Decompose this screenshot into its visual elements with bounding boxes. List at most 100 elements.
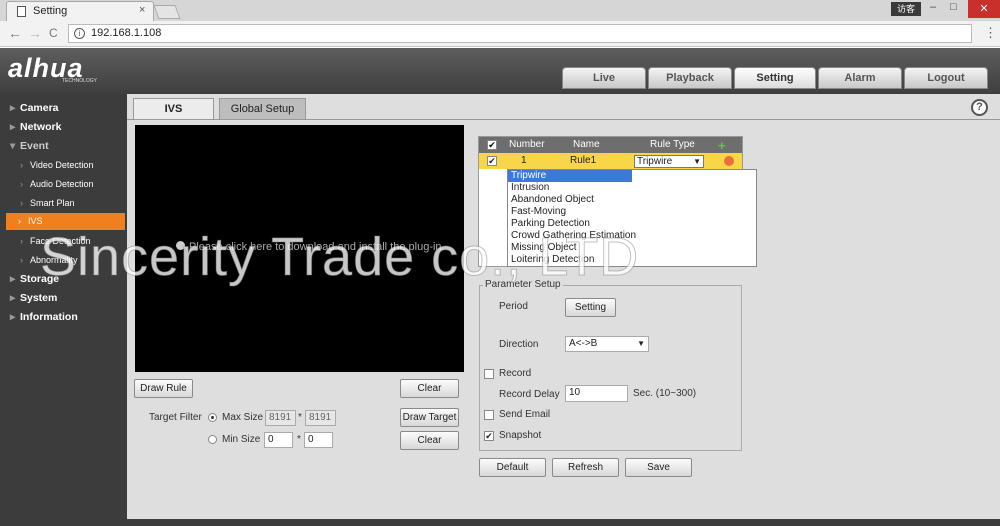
browser-tab-strip: Setting × 访客 – □ ✕ [0, 0, 1000, 21]
sidebar-item-label: Information [20, 311, 78, 323]
chevron-right-icon: ▸ [10, 292, 16, 304]
send-email-label: Send Email [499, 409, 551, 420]
sidebar-item-label: Video Detection [30, 160, 94, 170]
row-name[interactable]: Rule1 [570, 155, 596, 166]
direction-select[interactable]: A<->B ▼ [565, 336, 649, 352]
rule-type-select[interactable]: Tripwire ▼ [634, 155, 704, 168]
dropdown-option-missing-object[interactable]: Missing Object [508, 242, 632, 254]
minimize-icon[interactable]: – [930, 1, 936, 13]
min-size-radio[interactable] [208, 435, 217, 444]
url-text: 192.168.1.108 [91, 27, 162, 39]
nav-tab-logout[interactable]: Logout [904, 67, 988, 89]
sidebar-item-face-detection[interactable]: › Face Detection [20, 236, 91, 246]
plugin-download-link[interactable]: Please click here to download and instal… [176, 241, 445, 253]
draw-target-button[interactable]: Draw Target [400, 408, 459, 427]
reload-icon[interactable]: C [49, 26, 58, 40]
sidebar-item-label: Audio Detection [30, 179, 94, 189]
add-rule-icon[interactable]: + [718, 138, 726, 153]
sidebar-item-label: Smart Plan [30, 198, 75, 208]
nav-tab-alarm[interactable]: Alarm [818, 67, 902, 89]
browser-menu-icon[interactable]: ⋮ [984, 25, 997, 41]
tab-divider [127, 119, 1000, 120]
chevron-right-icon: ▸ [10, 121, 16, 133]
table-row[interactable]: ✔ 1 Rule1 Tripwire ▼ [479, 153, 742, 169]
chevron-right-icon: › [18, 216, 21, 226]
target-filter-label: Target Filter [149, 412, 202, 423]
user-badge[interactable]: 访客 [891, 2, 921, 16]
maximize-icon[interactable]: □ [950, 1, 957, 13]
min-size-label: Min Size [222, 434, 261, 445]
sidebar-item-abnormality[interactable]: › Abnormality [20, 255, 78, 265]
times-sign: * [297, 434, 301, 445]
sidebar-item-video-detection[interactable]: › Video Detection [20, 160, 93, 170]
tab-ivs[interactable]: IVS [133, 98, 214, 119]
dropdown-option-parking-detection[interactable]: Parking Detection [508, 218, 632, 230]
plugin-message: Please click here to download and instal… [189, 241, 445, 253]
bottom-bar [127, 519, 1000, 526]
nav-tab-live[interactable]: Live [562, 67, 646, 89]
dropdown-option-tripwire[interactable]: Tripwire [508, 170, 632, 182]
chevron-right-icon: ▸ [10, 273, 16, 285]
sidebar-item-audio-detection[interactable]: › Audio Detection [20, 179, 94, 189]
nav-tab-setting[interactable]: Setting [734, 67, 816, 89]
forward-icon[interactable]: → [28, 25, 42, 41]
min-height-input[interactable]: 0 [304, 432, 333, 448]
back-icon[interactable]: ← [8, 25, 22, 41]
dropdown-option-abandoned-object[interactable]: Abandoned Object [508, 194, 632, 206]
sidebar-item-camera[interactable]: ▸ Camera [10, 102, 59, 114]
tab-close-icon[interactable]: × [139, 4, 145, 16]
close-window-icon[interactable]: ✕ [968, 0, 1000, 18]
info-icon[interactable]: i [74, 28, 85, 39]
dropdown-option-crowd-gathering[interactable]: Crowd Gathering Estimation [508, 230, 756, 242]
sidebar-item-information[interactable]: ▸ Information [10, 311, 78, 323]
min-width-input[interactable]: 0 [264, 432, 293, 448]
sidebar-item-storage[interactable]: ▸ Storage [10, 273, 59, 285]
default-button[interactable]: Default [479, 458, 546, 477]
address-bar: ← → C i 192.168.1.108 ⋮ [0, 21, 1000, 47]
rule-type-dropdown[interactable]: Tripwire Intrusion Abandoned Object Fast… [507, 169, 757, 267]
record-delay-input[interactable]: 10 [565, 385, 628, 402]
send-email-checkbox[interactable] [484, 410, 494, 420]
clear-target-button[interactable]: Clear [400, 431, 459, 450]
max-size-radio[interactable] [208, 413, 217, 422]
app-header: alhua TECHNOLOGY Live Playback Setting A… [0, 48, 1000, 94]
sidebar: ▸ Camera ▸ Network ▾ Event › Video Detection… [0, 94, 127, 526]
save-button[interactable]: Save [625, 458, 692, 477]
browser-tab[interactable]: Setting × [6, 1, 154, 21]
select-all-checkbox[interactable]: ✔ [487, 140, 497, 150]
snapshot-checkbox[interactable]: ✔ [484, 431, 494, 441]
help-icon[interactable]: ? [971, 99, 988, 116]
sidebar-item-system[interactable]: ▸ System [10, 292, 57, 304]
dropdown-option-fast-moving[interactable]: Fast-Moving [508, 206, 632, 218]
dropdown-option-loitering-detection[interactable]: Loitering Detection [508, 254, 632, 266]
tab-global-setup[interactable]: Global Setup [219, 98, 306, 119]
delete-rule-icon[interactable] [724, 156, 734, 166]
sidebar-item-event[interactable]: ▾ Event [10, 140, 49, 152]
row-checkbox[interactable]: ✔ [487, 156, 497, 166]
period-setting-button[interactable]: Setting [565, 298, 616, 317]
period-label: Period [499, 301, 528, 312]
plugin-icon [176, 241, 185, 250]
sidebar-item-network[interactable]: ▸ Network [10, 121, 61, 133]
refresh-button[interactable]: Refresh [552, 458, 619, 477]
chevron-right-icon: ▸ [10, 102, 16, 114]
sidebar-item-ivs[interactable]: › IVS [6, 213, 125, 230]
url-input[interactable]: i 192.168.1.108 [68, 24, 972, 43]
record-delay-range: Sec. (10~300) [633, 388, 697, 399]
sidebar-item-label: Camera [20, 102, 59, 114]
video-preview[interactable]: Please click here to download and instal… [135, 125, 464, 372]
max-width-input[interactable]: 8191 [265, 410, 296, 426]
new-tab-button[interactable] [153, 5, 181, 19]
browser-tab-title: Setting [33, 5, 68, 17]
sidebar-item-label: Abnormality [30, 255, 78, 265]
row-number: 1 [521, 155, 527, 166]
dropdown-option-intrusion[interactable]: Intrusion [508, 182, 632, 194]
page-icon [17, 6, 26, 17]
clear-rule-button[interactable]: Clear [400, 379, 459, 398]
nav-tab-playback[interactable]: Playback [648, 67, 732, 89]
direction-value: A<->B [569, 338, 598, 349]
sidebar-item-smart-plan[interactable]: › Smart Plan [20, 198, 75, 208]
draw-rule-button[interactable]: Draw Rule [134, 379, 193, 398]
record-checkbox[interactable] [484, 369, 494, 379]
max-height-input[interactable]: 8191 [305, 410, 336, 426]
